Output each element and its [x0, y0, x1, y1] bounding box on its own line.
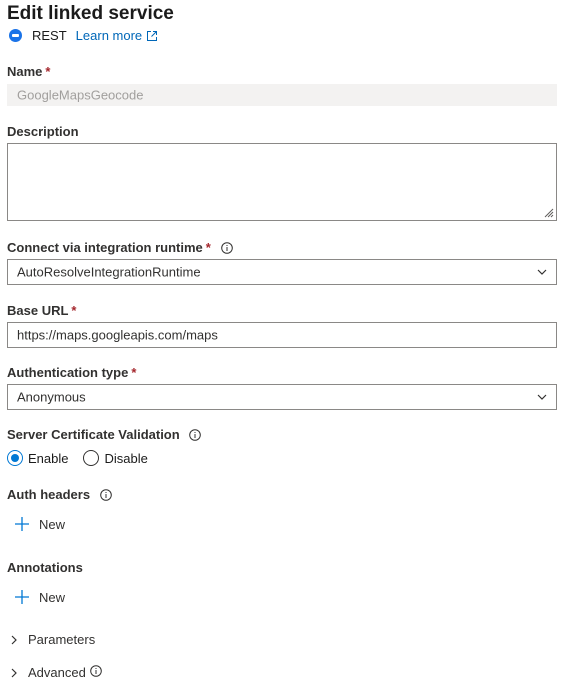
- radio-enable[interactable]: Enable: [7, 450, 68, 466]
- add-auth-header-label: New: [39, 516, 66, 532]
- add-annotation-button[interactable]: New: [14, 589, 65, 605]
- advanced-expander[interactable]: Advanced: [10, 664, 112, 680]
- add-annotation-label: New: [39, 589, 66, 605]
- chevron-right-icon: [11, 635, 17, 644]
- service-type-label: REST: [32, 28, 67, 43]
- info-icon[interactable]: [100, 488, 112, 501]
- runtime-label-row: Connect via integration runtime *: [7, 240, 233, 255]
- rest-icon: [9, 29, 22, 42]
- auth-type-dropdown[interactable]: Anonymous: [7, 384, 557, 410]
- plus-icon: [15, 517, 29, 531]
- parameters-expander[interactable]: Parameters: [10, 632, 95, 647]
- radio-disable-circle: [83, 450, 100, 466]
- name-label: Name: [7, 64, 43, 79]
- description-textarea[interactable]: [7, 143, 557, 221]
- info-icon[interactable]: [221, 241, 233, 254]
- required-marker: *: [71, 303, 77, 318]
- radio-enable-label: Enable: [28, 450, 69, 466]
- learn-more-link[interactable]: Learn more: [76, 28, 158, 43]
- required-marker: *: [205, 240, 211, 255]
- base-url-input[interactable]: https://maps.googleapis.com/maps: [7, 322, 557, 348]
- cert-validation-radio-group: Enable Disable: [7, 450, 148, 466]
- name-input-value: GoogleMapsGeocode: [17, 87, 144, 103]
- required-marker: *: [131, 365, 137, 380]
- learn-more-label: Learn more: [75, 28, 143, 43]
- runtime-label: Connect via integration runtime: [7, 240, 203, 255]
- radio-disable[interactable]: Disable: [83, 450, 148, 466]
- name-label-row: Name *: [7, 64, 50, 79]
- cert-validation-label: Server Certificate Validation: [7, 427, 180, 442]
- advanced-label: Advanced: [28, 665, 86, 680]
- chevron-down-icon: [537, 394, 547, 400]
- auth-headers-label-row: Auth headers: [7, 487, 112, 502]
- base-url-label-row: Base URL *: [7, 303, 76, 318]
- cert-validation-label-row: Server Certificate Validation: [7, 427, 201, 442]
- page-title: Edit linked service: [7, 3, 174, 24]
- annotations-label: Annotations: [7, 560, 83, 575]
- name-input[interactable]: GoogleMapsGeocode: [7, 84, 557, 106]
- service-type-row: REST Learn more: [9, 28, 158, 43]
- runtime-dropdown[interactable]: AutoResolveIntegrationRuntime: [7, 259, 557, 285]
- radio-enable-circle: [7, 450, 23, 466]
- base-url-value: https://maps.googleapis.com/maps: [17, 327, 218, 343]
- resize-grip-icon[interactable]: [542, 206, 554, 218]
- auth-headers-label: Auth headers: [7, 487, 91, 502]
- chevron-right-icon: [11, 668, 17, 677]
- base-url-label: Base URL: [7, 303, 69, 318]
- info-icon[interactable]: [188, 428, 201, 441]
- parameters-label: Parameters: [28, 632, 96, 647]
- description-label: Description: [7, 124, 79, 139]
- auth-type-label: Authentication type: [7, 365, 129, 380]
- radio-disable-label: Disable: [104, 450, 148, 466]
- auth-type-value: Anonymous: [17, 389, 86, 405]
- plus-icon: [15, 590, 29, 604]
- external-link-icon: [147, 30, 158, 41]
- auth-type-label-row: Authentication type *: [7, 365, 136, 380]
- runtime-dropdown-value: AutoResolveIntegrationRuntime: [17, 264, 201, 280]
- info-icon[interactable]: [90, 664, 112, 677]
- chevron-down-icon: [537, 269, 547, 275]
- required-marker: *: [45, 64, 51, 79]
- add-auth-header-button[interactable]: New: [14, 516, 65, 532]
